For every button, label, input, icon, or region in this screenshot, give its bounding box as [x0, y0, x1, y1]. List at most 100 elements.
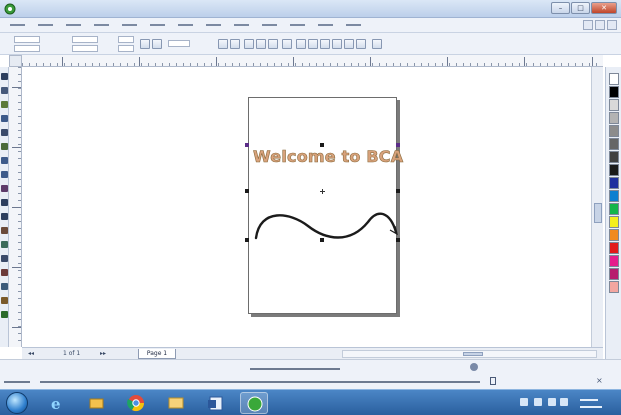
outline-tool-icon[interactable]	[1, 297, 8, 304]
menu-item-4[interactable]	[88, 20, 114, 31]
selection-handle-bottom-left[interactable]	[245, 238, 249, 242]
close-indicator-icon[interactable]: ×	[596, 377, 604, 385]
boundary-icon[interactable]	[372, 39, 382, 49]
taskbar-word-button[interactable]	[202, 392, 230, 414]
volume-icon[interactable]	[548, 398, 556, 406]
tray-up-arrow-icon[interactable]	[520, 398, 528, 406]
selection-handle-bottom-right[interactable]	[396, 238, 400, 242]
trim-icon[interactable]	[308, 39, 318, 49]
selection-handle-bottom-center[interactable]	[320, 238, 324, 242]
palette-swatch[interactable]	[609, 125, 619, 137]
crop-tool-icon[interactable]	[1, 101, 8, 108]
palette-swatch[interactable]	[609, 177, 619, 189]
menu-item-10[interactable]	[256, 20, 282, 31]
horizontal-scrollbar[interactable]	[342, 350, 597, 358]
ellipse-tool-icon[interactable]	[1, 171, 8, 178]
selection-handle-top-right[interactable]	[396, 143, 400, 147]
smart-fill-tool-icon[interactable]	[1, 143, 8, 150]
fill-indicator-icon[interactable]	[470, 363, 478, 371]
selection-handle-middle-left[interactable]	[245, 189, 249, 193]
interactive-tool-icon[interactable]	[1, 269, 8, 276]
rotation-center-marker[interactable]	[320, 189, 325, 194]
system-clock[interactable]	[574, 395, 614, 411]
page-tab-1[interactable]: Page 1	[138, 349, 176, 359]
palette-swatch[interactable]	[609, 151, 619, 163]
back-minus-front-icon[interactable]	[356, 39, 366, 49]
menu-item-6[interactable]	[144, 20, 170, 31]
palette-swatch[interactable]	[609, 281, 619, 293]
taskbar-folder-button[interactable]	[82, 392, 110, 414]
pick-tool-icon[interactable]	[1, 73, 8, 80]
menu-item-13[interactable]	[340, 20, 366, 31]
palette-swatch[interactable]	[609, 255, 619, 267]
network-icon[interactable]	[534, 398, 542, 406]
menu-item-9[interactable]	[228, 20, 254, 31]
selection-handle-top-center[interactable]	[320, 143, 324, 147]
welcome-text-object[interactable]: Welcome to BCA	[253, 147, 404, 167]
menu-item-3[interactable]	[60, 20, 86, 31]
taskbar-explorer-button[interactable]	[162, 392, 190, 414]
simplify-icon[interactable]	[332, 39, 342, 49]
doc-minimize-button[interactable]	[583, 20, 593, 30]
taskbar-coreldraw-button[interactable]	[240, 392, 268, 414]
selection-handle-top-left[interactable]	[245, 143, 249, 147]
menu-item-7[interactable]	[172, 20, 198, 31]
ungroup-icon[interactable]	[256, 39, 266, 49]
doc-restore-button[interactable]	[595, 20, 605, 30]
weld-icon[interactable]	[296, 39, 306, 49]
palette-swatch[interactable]	[609, 138, 619, 150]
connector-tool-icon[interactable]	[1, 255, 8, 262]
table-tool-icon[interactable]	[1, 227, 8, 234]
width-field[interactable]	[72, 36, 98, 43]
taskbar-ie-button[interactable]: e	[42, 392, 70, 414]
taskbar-chrome-button[interactable]	[122, 392, 150, 414]
shape-tool-icon[interactable]	[1, 87, 8, 94]
ruler-origin[interactable]	[9, 55, 22, 67]
first-page-button[interactable]: ◂◂	[28, 350, 34, 357]
palette-swatch[interactable]	[609, 229, 619, 241]
palette-swatch[interactable]	[609, 99, 619, 111]
mirror-icon[interactable]	[152, 39, 162, 49]
palette-swatch[interactable]	[609, 86, 619, 98]
wave-curve-path[interactable]	[254, 212, 398, 240]
scale-x-field[interactable]	[118, 36, 134, 43]
fill-tool-icon[interactable]	[1, 311, 8, 318]
minimize-button[interactable]: –	[551, 2, 570, 14]
height-field[interactable]	[72, 45, 98, 52]
zoom-tool-icon[interactable]	[1, 115, 8, 122]
intersect-icon[interactable]	[320, 39, 330, 49]
palette-swatch[interactable]	[609, 242, 619, 254]
scale-y-field[interactable]	[118, 45, 134, 52]
combine-icon[interactable]	[282, 39, 292, 49]
vertical-scroll-thumb[interactable]	[594, 203, 602, 223]
front-minus-back-icon[interactable]	[344, 39, 354, 49]
vertical-ruler[interactable]	[9, 67, 22, 347]
palette-swatch[interactable]	[609, 216, 619, 228]
menu-item-5[interactable]	[116, 20, 142, 31]
mirror-vertical-icon[interactable]	[230, 39, 240, 49]
y-position-field[interactable]	[14, 45, 40, 52]
text-tool-icon[interactable]	[1, 213, 8, 220]
start-button[interactable]	[6, 392, 28, 414]
freehand-tool-icon[interactable]	[1, 129, 8, 136]
rotation-field[interactable]	[168, 40, 190, 47]
close-button[interactable]: ✕	[591, 2, 617, 14]
menu-item-2[interactable]	[32, 20, 58, 31]
group-icon[interactable]	[244, 39, 254, 49]
action-center-icon[interactable]	[560, 398, 568, 406]
menu-item-12[interactable]	[312, 20, 338, 31]
horizontal-ruler[interactable]	[22, 55, 603, 67]
lock-ratio-icon[interactable]	[140, 39, 150, 49]
palette-swatch[interactable]	[609, 73, 619, 85]
palette-swatch[interactable]	[609, 112, 619, 124]
menu-item-8[interactable]	[200, 20, 226, 31]
menu-item-1[interactable]	[4, 20, 30, 31]
menu-item-11[interactable]	[284, 20, 310, 31]
x-position-field[interactable]	[14, 36, 40, 43]
palette-swatch[interactable]	[609, 203, 619, 215]
palette-swatch[interactable]	[609, 268, 619, 280]
mirror-horizontal-icon[interactable]	[218, 39, 228, 49]
basic-shapes-tool-icon[interactable]	[1, 199, 8, 206]
maximize-button[interactable]: □	[571, 2, 590, 14]
vertical-scrollbar[interactable]	[591, 67, 603, 347]
